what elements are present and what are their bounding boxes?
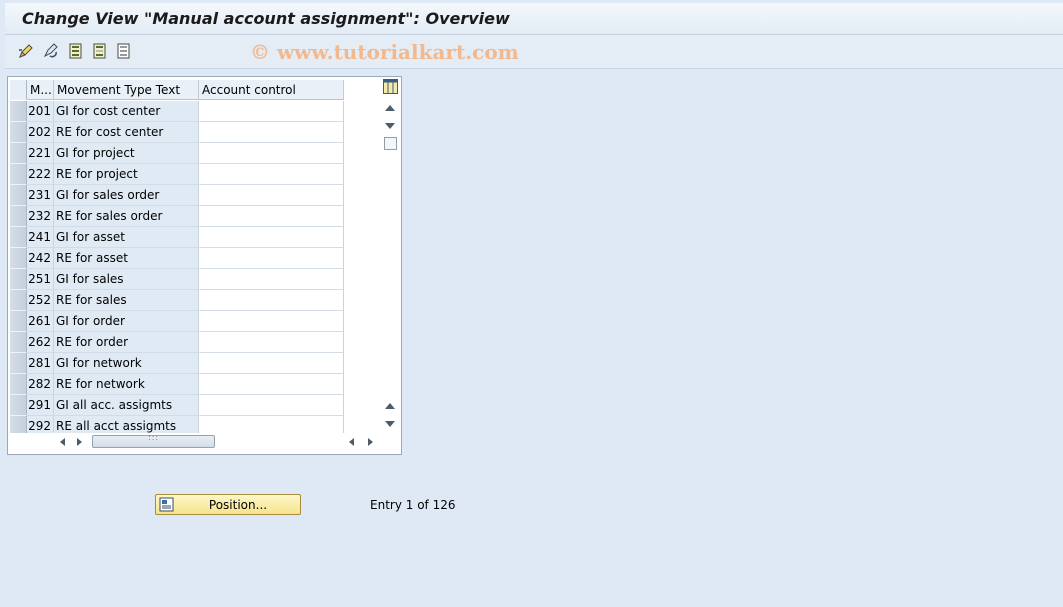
movement-type-cell: 232 xyxy=(27,206,54,227)
movement-type-text-cell: RE for order xyxy=(54,332,199,353)
account-control-input[interactable] xyxy=(199,353,344,374)
movement-type-text-cell: RE for network xyxy=(54,374,199,395)
table-row: 221 GI for project xyxy=(8,143,344,164)
entry-counter: Entry 1 of 126 xyxy=(370,498,456,512)
movement-type-cell: 201 xyxy=(27,101,54,122)
scroll-right-arrow-icon[interactable] xyxy=(77,438,82,446)
movement-type-text-cell: GI for sales order xyxy=(54,185,199,206)
movement-type-text-cell: RE for project xyxy=(54,164,199,185)
movement-type-text-cell: RE for sales xyxy=(54,290,199,311)
table-row: 261 GI for order xyxy=(8,311,344,332)
deselect-all-icon[interactable] xyxy=(115,42,133,60)
movement-type-cell: 282 xyxy=(27,374,54,395)
table-row: 291 GI all acc. assigmts xyxy=(8,395,344,416)
account-control-input[interactable] xyxy=(199,227,344,248)
position-button-label: Position... xyxy=(208,498,268,512)
table-row: 282 RE for network xyxy=(8,374,344,395)
movement-type-cell: 202 xyxy=(27,122,54,143)
horizontal-scrollbar[interactable]: ::: xyxy=(8,433,400,451)
movement-type-text-cell: RE for cost center xyxy=(54,122,199,143)
account-control-input[interactable] xyxy=(199,143,344,164)
table-row: 231 GI for sales order xyxy=(8,185,344,206)
movement-type-cell: 222 xyxy=(27,164,54,185)
movement-type-cell: 262 xyxy=(27,332,54,353)
scroll-down-arrow-icon[interactable] xyxy=(385,123,395,129)
scroll-left-arrow-icon[interactable] xyxy=(60,438,65,446)
scroll-up-arrow-icon[interactable] xyxy=(385,105,395,111)
movement-type-text-cell: GI for cost center xyxy=(54,101,199,122)
table-row: 262 RE for order xyxy=(8,332,344,353)
table-row: 242 RE for asset xyxy=(8,248,344,269)
table-row: 251 GI for sales xyxy=(8,269,344,290)
movement-type-cell: 231 xyxy=(27,185,54,206)
table-row: 202 RE for cost center xyxy=(8,122,344,143)
table-row: 232 RE for sales order xyxy=(8,206,344,227)
movement-type-cell: 242 xyxy=(27,248,54,269)
movement-type-cell: 281 xyxy=(27,353,54,374)
column-header-text[interactable]: Movement Type Text xyxy=(54,80,199,100)
column-header-account-control[interactable]: Account control xyxy=(199,80,344,100)
vertical-scrollbar[interactable] xyxy=(382,101,399,433)
movement-type-text-cell: RE for asset xyxy=(54,248,199,269)
movement-type-cell: 221 xyxy=(27,143,54,164)
scroll-left-end-arrow-icon[interactable] xyxy=(349,438,354,446)
select-block-icon[interactable] xyxy=(91,42,109,60)
movement-type-text-cell: GI for sales xyxy=(54,269,199,290)
account-control-input[interactable] xyxy=(199,185,344,206)
undo-icon[interactable] xyxy=(42,42,60,60)
table-row: 241 GI for asset xyxy=(8,227,344,248)
table-row: 222 RE for project xyxy=(8,164,344,185)
scroll-page-down-arrow-icon[interactable] xyxy=(385,421,395,427)
scroll-thumb[interactable] xyxy=(384,137,397,150)
application-toolbar: © www.tutorialkart.com xyxy=(5,35,1063,69)
table-row: 252 RE for sales xyxy=(8,290,344,311)
account-control-input[interactable] xyxy=(199,206,344,227)
movement-type-text-cell: GI for network xyxy=(54,353,199,374)
table-row: 281 GI for network xyxy=(8,353,344,374)
movement-type-text-cell: GI for project xyxy=(54,143,199,164)
movement-type-text-cell: RE for sales order xyxy=(54,206,199,227)
table-row: 201 GI for cost center xyxy=(8,101,344,122)
account-control-input[interactable] xyxy=(199,395,344,416)
table-settings-icon[interactable] xyxy=(383,79,398,94)
select-all-cell[interactable] xyxy=(10,80,27,100)
position-button[interactable]: Position... xyxy=(155,494,301,515)
movement-type-text-cell: GI for asset xyxy=(54,227,199,248)
account-control-input[interactable] xyxy=(199,101,344,122)
account-control-input[interactable] xyxy=(199,164,344,185)
horizontal-scroll-thumb[interactable]: ::: xyxy=(92,433,215,448)
table-control: M... Movement Type Text Account control … xyxy=(7,76,402,455)
movement-type-cell: 251 xyxy=(27,269,54,290)
movement-type-text-cell: GI for order xyxy=(54,311,199,332)
account-control-input[interactable] xyxy=(199,269,344,290)
select-all-icon[interactable] xyxy=(67,42,85,60)
account-control-input[interactable] xyxy=(199,374,344,395)
account-control-input[interactable] xyxy=(199,290,344,311)
account-control-input[interactable] xyxy=(199,122,344,143)
scroll-right-end-arrow-icon[interactable] xyxy=(368,438,373,446)
title-bar: Change View "Manual account assignment":… xyxy=(5,3,1063,35)
display-change-icon[interactable] xyxy=(17,42,35,60)
movement-type-cell: 252 xyxy=(27,290,54,311)
movement-type-cell: 241 xyxy=(27,227,54,248)
column-header-movement-type[interactable]: M... xyxy=(27,80,54,100)
account-control-input[interactable] xyxy=(199,311,344,332)
movement-type-cell: 261 xyxy=(27,311,54,332)
movement-type-cell: 291 xyxy=(27,395,54,416)
account-control-input[interactable] xyxy=(199,248,344,269)
movement-type-text-cell: GI all acc. assigmts xyxy=(54,395,199,416)
scroll-page-up-arrow-icon[interactable] xyxy=(385,403,395,409)
page-title: Change View "Manual account assignment":… xyxy=(22,9,510,28)
watermark: © www.tutorialkart.com xyxy=(250,40,519,64)
account-control-input[interactable] xyxy=(199,332,344,353)
